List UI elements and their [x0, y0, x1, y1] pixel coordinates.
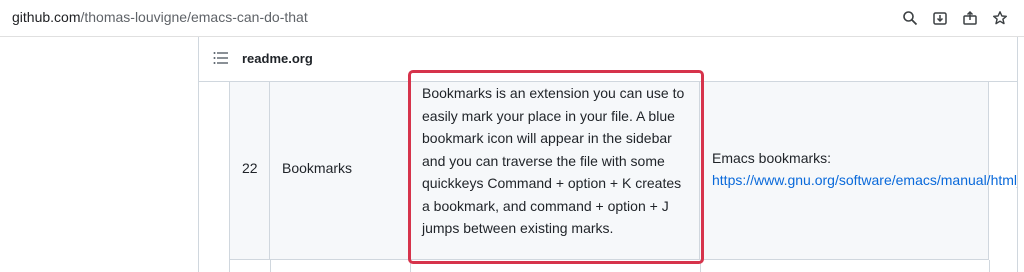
- table-cell-source: Emacs bookmarks: https://www.gnu.org/sof…: [699, 82, 1017, 260]
- url-host: github.com: [12, 9, 81, 25]
- outline-list-icon[interactable]: [213, 51, 229, 65]
- address-bar[interactable]: github.com/thomas-louvigne/emacs-can-do-…: [12, 9, 308, 25]
- browser-actions: [900, 8, 1010, 28]
- search-icon[interactable]: [900, 8, 920, 28]
- install-icon[interactable]: [930, 8, 950, 28]
- row-number: 22: [242, 160, 258, 176]
- readme-title: readme.org: [242, 51, 313, 66]
- share-icon[interactable]: [960, 8, 980, 28]
- star-icon[interactable]: [990, 8, 1010, 28]
- source-link[interactable]: https://www.gnu.org/software/emacs/manua…: [712, 172, 1017, 188]
- feature-name: Bookmarks: [282, 160, 353, 176]
- table-cell-number: 22: [229, 82, 269, 260]
- table-cell-name: Bookmarks: [269, 82, 409, 260]
- url-path: /thomas-louvigne/emacs-can-do-that: [80, 9, 308, 25]
- browser-toolbar: github.com/thomas-louvigne/emacs-can-do-…: [0, 0, 1024, 37]
- highlight-annotation: [408, 70, 704, 264]
- column-divider: [989, 260, 990, 272]
- source-label: Emacs bookmarks:: [712, 150, 832, 166]
- column-divider: [270, 260, 271, 272]
